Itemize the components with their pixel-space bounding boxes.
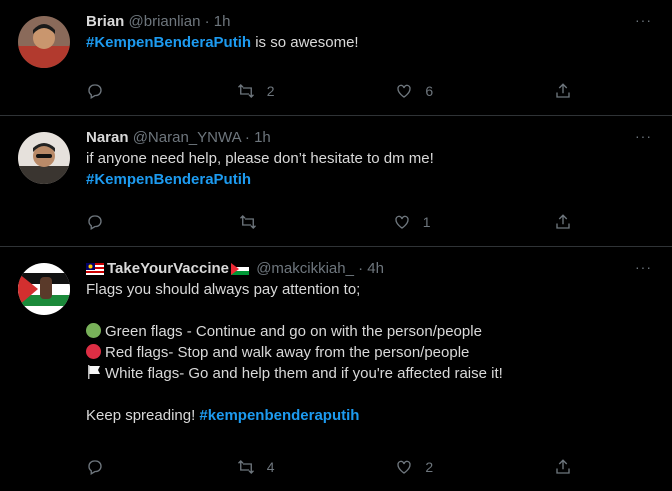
- like-count: 2: [425, 459, 434, 475]
- tweet-actions: 1: [86, 212, 572, 232]
- tweet[interactable]: ··· Naran @Naran_YNWA · 1h if anyone nee…: [0, 116, 672, 247]
- tweet-actions: 2 6: [86, 81, 572, 101]
- separator-dot: ·: [358, 260, 364, 277]
- reply-button[interactable]: [86, 81, 116, 101]
- retweet-button[interactable]: 4: [237, 457, 275, 477]
- share-icon: [556, 214, 570, 229]
- red-circle-icon: [86, 344, 101, 359]
- like-button[interactable]: 2: [395, 457, 433, 477]
- reply-icon: [88, 460, 102, 475]
- heart-icon: [397, 460, 412, 474]
- avatar[interactable]: [18, 132, 70, 184]
- reply-button[interactable]: [86, 457, 116, 477]
- more-options-icon[interactable]: ···: [635, 128, 652, 144]
- retweet-button[interactable]: 2: [237, 81, 275, 101]
- heart-icon: [395, 215, 409, 229]
- like-button[interactable]: 6: [395, 81, 433, 101]
- reply-button[interactable]: [86, 212, 116, 232]
- hashtag-link[interactable]: #KempenBenderaPutih: [86, 171, 251, 188]
- share-icon: [556, 83, 570, 98]
- author-name[interactable]: Brian: [86, 13, 124, 30]
- tweet[interactable]: ··· TakeYourVaccine @makcikkiah_ · 4h Fl…: [0, 247, 672, 491]
- tweet-text-closing: Keep spreading! #kempenbenderaputih: [86, 407, 360, 424]
- reply-icon: [88, 84, 102, 99]
- malaysia-flag-icon: [86, 263, 104, 275]
- retweet-count: 4: [266, 459, 275, 475]
- hashtag-link[interactable]: #KempenBenderaPutih: [86, 34, 251, 51]
- like-button[interactable]: 1: [393, 212, 431, 232]
- hashtag-link[interactable]: #kempenbenderaputih: [199, 407, 359, 424]
- more-options-icon[interactable]: ···: [635, 12, 652, 28]
- timestamp[interactable]: 1h: [214, 13, 231, 30]
- tweet[interactable]: ··· Brian @brianlian · 1h #KempenBendera…: [0, 0, 672, 116]
- author-name[interactable]: TakeYourVaccine: [107, 260, 229, 277]
- green-circle-icon: [86, 323, 101, 338]
- timestamp[interactable]: 1h: [254, 129, 271, 146]
- reply-icon: [88, 215, 102, 230]
- author-handle[interactable]: @brianlian: [129, 13, 201, 30]
- retweet-button[interactable]: [239, 212, 269, 232]
- avatar[interactable]: [18, 263, 70, 315]
- palestine-flag-icon: [231, 263, 250, 275]
- heart-icon: [397, 84, 412, 98]
- like-count: 6: [425, 83, 434, 99]
- green-flags-line: Green flags - Continue and go on with th…: [86, 321, 656, 342]
- tweet-text-rest: is so awesome!: [251, 34, 359, 51]
- timestamp[interactable]: 4h: [367, 260, 384, 277]
- red-flags-line: Red flags- Stop and walk away from the p…: [86, 342, 656, 363]
- avatar[interactable]: [18, 16, 70, 68]
- like-count: 1: [422, 214, 431, 230]
- author-handle[interactable]: @Naran_YNWA: [133, 129, 241, 146]
- share-button[interactable]: [554, 81, 572, 101]
- white-flag-icon: [88, 365, 100, 379]
- author-handle[interactable]: @makcikkiah_: [256, 260, 354, 277]
- white-flags-line: White flags- Go and help them and if you…: [86, 363, 656, 384]
- retweet-icon: [240, 215, 257, 229]
- share-button[interactable]: [554, 212, 572, 232]
- tweet-text-intro: Flags you should always pay attention to…: [86, 281, 361, 298]
- tweet-actions: 4 2: [86, 457, 572, 477]
- share-icon: [556, 459, 570, 474]
- author-name[interactable]: Naran: [86, 129, 129, 146]
- retweet-count: 2: [266, 83, 275, 99]
- tweet-text: #KempenBenderaPutih is so awesome!: [86, 32, 656, 53]
- share-button[interactable]: [554, 457, 572, 477]
- separator-dot: ·: [204, 13, 210, 30]
- more-options-icon[interactable]: ···: [635, 259, 652, 275]
- separator-dot: ·: [244, 129, 250, 146]
- retweet-icon: [237, 84, 254, 98]
- retweet-icon: [237, 460, 254, 474]
- tweet-text: if anyone need help, please don’t hesita…: [86, 150, 434, 167]
